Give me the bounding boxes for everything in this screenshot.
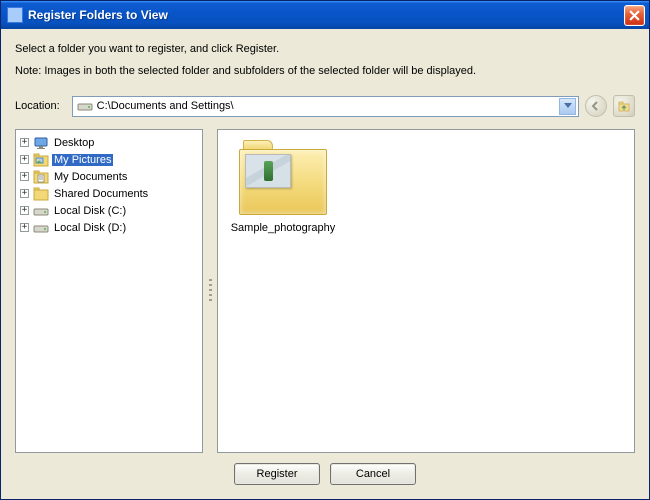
titlebar[interactable]: Register Folders to View	[1, 1, 649, 29]
tree-item-label: My Documents	[52, 171, 129, 183]
folder-tree[interactable]: + Desktop + My Pictures + My Documents + Shared…	[15, 129, 203, 453]
tree-item-label: Desktop	[52, 137, 96, 149]
folder-thumbnail	[235, 140, 331, 218]
folder-item[interactable]: Sample_photography	[228, 140, 338, 234]
folder-icon	[33, 186, 49, 202]
folder-preview-icon	[245, 154, 291, 188]
instruction-text: Select a folder you want to register, an…	[15, 43, 635, 55]
dropdown-arrow[interactable]	[559, 98, 576, 115]
pictures-icon	[33, 152, 49, 168]
location-combobox[interactable]: C:\Documents and Settings\	[72, 96, 579, 117]
tree-item[interactable]: + Shared Documents	[18, 185, 200, 202]
tree-item-label: Local Disk (C:)	[52, 205, 128, 217]
register-button[interactable]: Register	[234, 463, 320, 485]
button-row: Register Cancel	[15, 453, 635, 489]
tree-item[interactable]: + My Pictures	[18, 151, 200, 168]
folder-view[interactable]: Sample_photography	[217, 129, 635, 453]
location-row: Location: C:\Documents and Settings\	[15, 95, 635, 117]
drive-icon	[33, 220, 49, 236]
back-button[interactable]	[585, 95, 607, 117]
close-icon	[629, 10, 640, 21]
tree-item[interactable]: + Local Disk (D:)	[18, 219, 200, 236]
expander-icon[interactable]: +	[20, 206, 29, 215]
drive-icon	[33, 203, 49, 219]
tree-item-label: Local Disk (D:)	[52, 222, 128, 234]
tree-item[interactable]: + My Documents	[18, 168, 200, 185]
splitter[interactable]	[203, 129, 217, 453]
expander-icon[interactable]: +	[20, 138, 29, 147]
desktop-icon	[33, 135, 49, 151]
close-button[interactable]	[624, 5, 645, 26]
up-folder-icon	[617, 99, 631, 113]
note-text: Note: Images in both the selected folder…	[15, 65, 635, 77]
chevron-down-icon	[564, 103, 572, 109]
expander-icon[interactable]: +	[20, 189, 29, 198]
folder-caption: Sample_photography	[228, 222, 338, 234]
up-folder-button[interactable]	[613, 95, 635, 117]
expander-icon[interactable]: +	[20, 155, 29, 164]
panes: + Desktop + My Pictures + My Documents + Shared…	[15, 129, 635, 453]
dialog-window: Register Folders to View Select a folder…	[0, 0, 650, 500]
location-label: Location:	[15, 100, 60, 112]
expander-icon[interactable]: +	[20, 223, 29, 232]
location-path: C:\Documents and Settings\	[97, 100, 559, 112]
app-icon	[7, 7, 23, 23]
back-icon	[590, 100, 602, 112]
cancel-button[interactable]: Cancel	[330, 463, 416, 485]
tree-item-label: Shared Documents	[52, 188, 150, 200]
documents-icon	[33, 169, 49, 185]
content-area: Select a folder you want to register, an…	[1, 29, 649, 499]
splitter-grip-icon	[209, 279, 212, 303]
tree-item[interactable]: + Desktop	[18, 134, 200, 151]
drive-icon	[77, 98, 93, 114]
expander-icon[interactable]: +	[20, 172, 29, 181]
tree-item[interactable]: + Local Disk (C:)	[18, 202, 200, 219]
window-title: Register Folders to View	[28, 8, 624, 22]
tree-item-label: My Pictures	[52, 154, 113, 166]
